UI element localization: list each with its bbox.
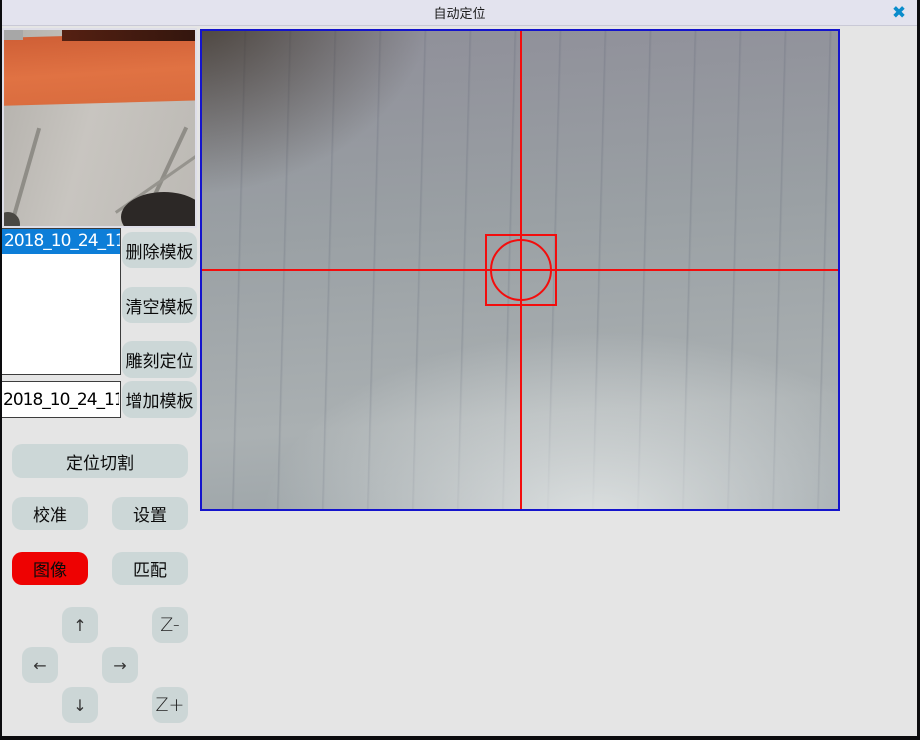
z-minus-button[interactable]: Z- xyxy=(152,607,188,643)
template-list[interactable]: 2018_10_24_11 xyxy=(1,228,121,375)
match-button[interactable]: 匹配 xyxy=(112,552,188,585)
jog-right-button[interactable]: → xyxy=(102,647,138,683)
settings-button[interactable]: 设置 xyxy=(112,497,188,530)
z-plus-button[interactable]: Z+ xyxy=(152,687,188,723)
image-button[interactable]: 图像 xyxy=(12,552,88,585)
jog-down-button[interactable]: ↓ xyxy=(62,687,98,723)
delete-template-button[interactable]: 删除模板 xyxy=(122,232,197,268)
thumbnail-gray-patch xyxy=(2,28,23,40)
thumbnail-dark-strip xyxy=(62,28,197,41)
clear-templates-button[interactable]: 清空模板 xyxy=(122,287,197,323)
position-cut-button[interactable]: 定位切割 xyxy=(12,444,188,478)
add-template-button[interactable]: 增加模板 xyxy=(122,381,197,418)
jog-left-button[interactable]: ← xyxy=(22,647,58,683)
template-list-item[interactable]: 2018_10_24_11 xyxy=(2,229,120,254)
title-bar: 自动定位 xyxy=(2,0,917,26)
close-button[interactable]: ✖ xyxy=(887,2,911,24)
window-title: 自动定位 xyxy=(433,3,485,22)
calibrate-button[interactable]: 校准 xyxy=(12,497,88,530)
template-name-input[interactable] xyxy=(1,381,121,418)
template-roi-circle xyxy=(490,239,552,301)
camera-view[interactable] xyxy=(200,29,840,511)
jog-up-button[interactable]: ↑ xyxy=(62,607,98,643)
thumbnail-orange-board xyxy=(2,32,197,106)
close-icon: ✖ xyxy=(892,3,906,23)
template-thumbnail-preview xyxy=(2,28,197,228)
engrave-position-button[interactable]: 雕刻定位 xyxy=(122,341,197,378)
